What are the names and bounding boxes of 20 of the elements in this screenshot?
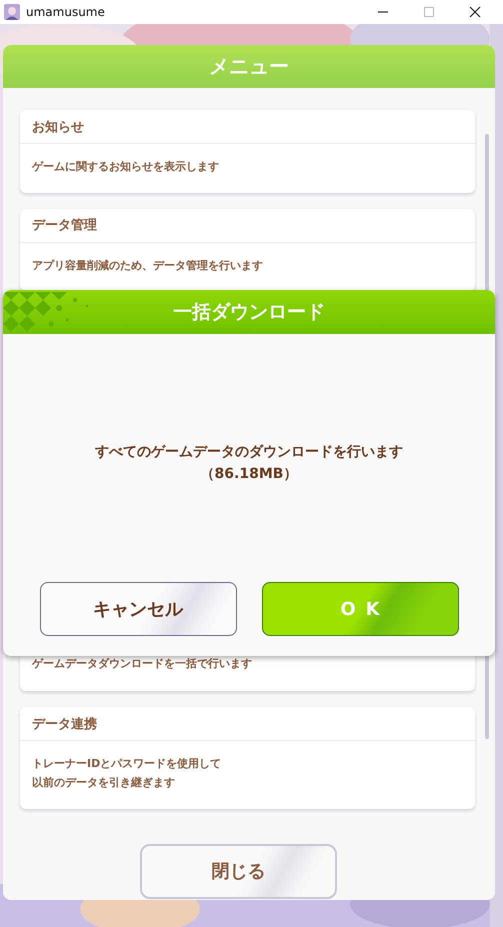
close-button[interactable]: 閉じる (140, 844, 337, 899)
menu-header: メニュー (3, 45, 495, 88)
dialog-title: 一括ダウンロード (173, 300, 325, 325)
card-description-line: トレーナーIDとパスワードを使用して (32, 756, 222, 772)
card-title: データ管理 (20, 208, 475, 243)
menu-card[interactable]: データ連携 トレーナーIDとパスワードを使用して 以前のデータを引き継ぎます (20, 707, 475, 809)
menu-card[interactable]: お知らせ ゲームに関するお知らせを表示します (20, 110, 475, 193)
card-description-line: 以前のデータを引き継ぎます (32, 775, 175, 792)
card-title: お知らせ (20, 110, 475, 144)
dialog-message: すべてのゲームデータのダウンロードを行います (95, 443, 403, 462)
app-icon (4, 4, 20, 20)
window-title: umamusume (26, 5, 105, 19)
card-description: ゲームデータダウンロードを一括で行います (30, 656, 253, 672)
card-description: アプリ容量削減のため、データ管理を行います (31, 258, 264, 274)
cancel-button[interactable]: キャンセル (40, 582, 236, 636)
menu-card[interactable]: データ管理 アプリ容量削減のため、データ管理を行います (20, 208, 475, 292)
download-size: （86.18MB） (200, 465, 298, 484)
card-description: ゲームに関するお知らせを表示します (30, 159, 220, 175)
card-title: データ連携 (20, 707, 475, 742)
close-icon[interactable] (469, 6, 481, 18)
